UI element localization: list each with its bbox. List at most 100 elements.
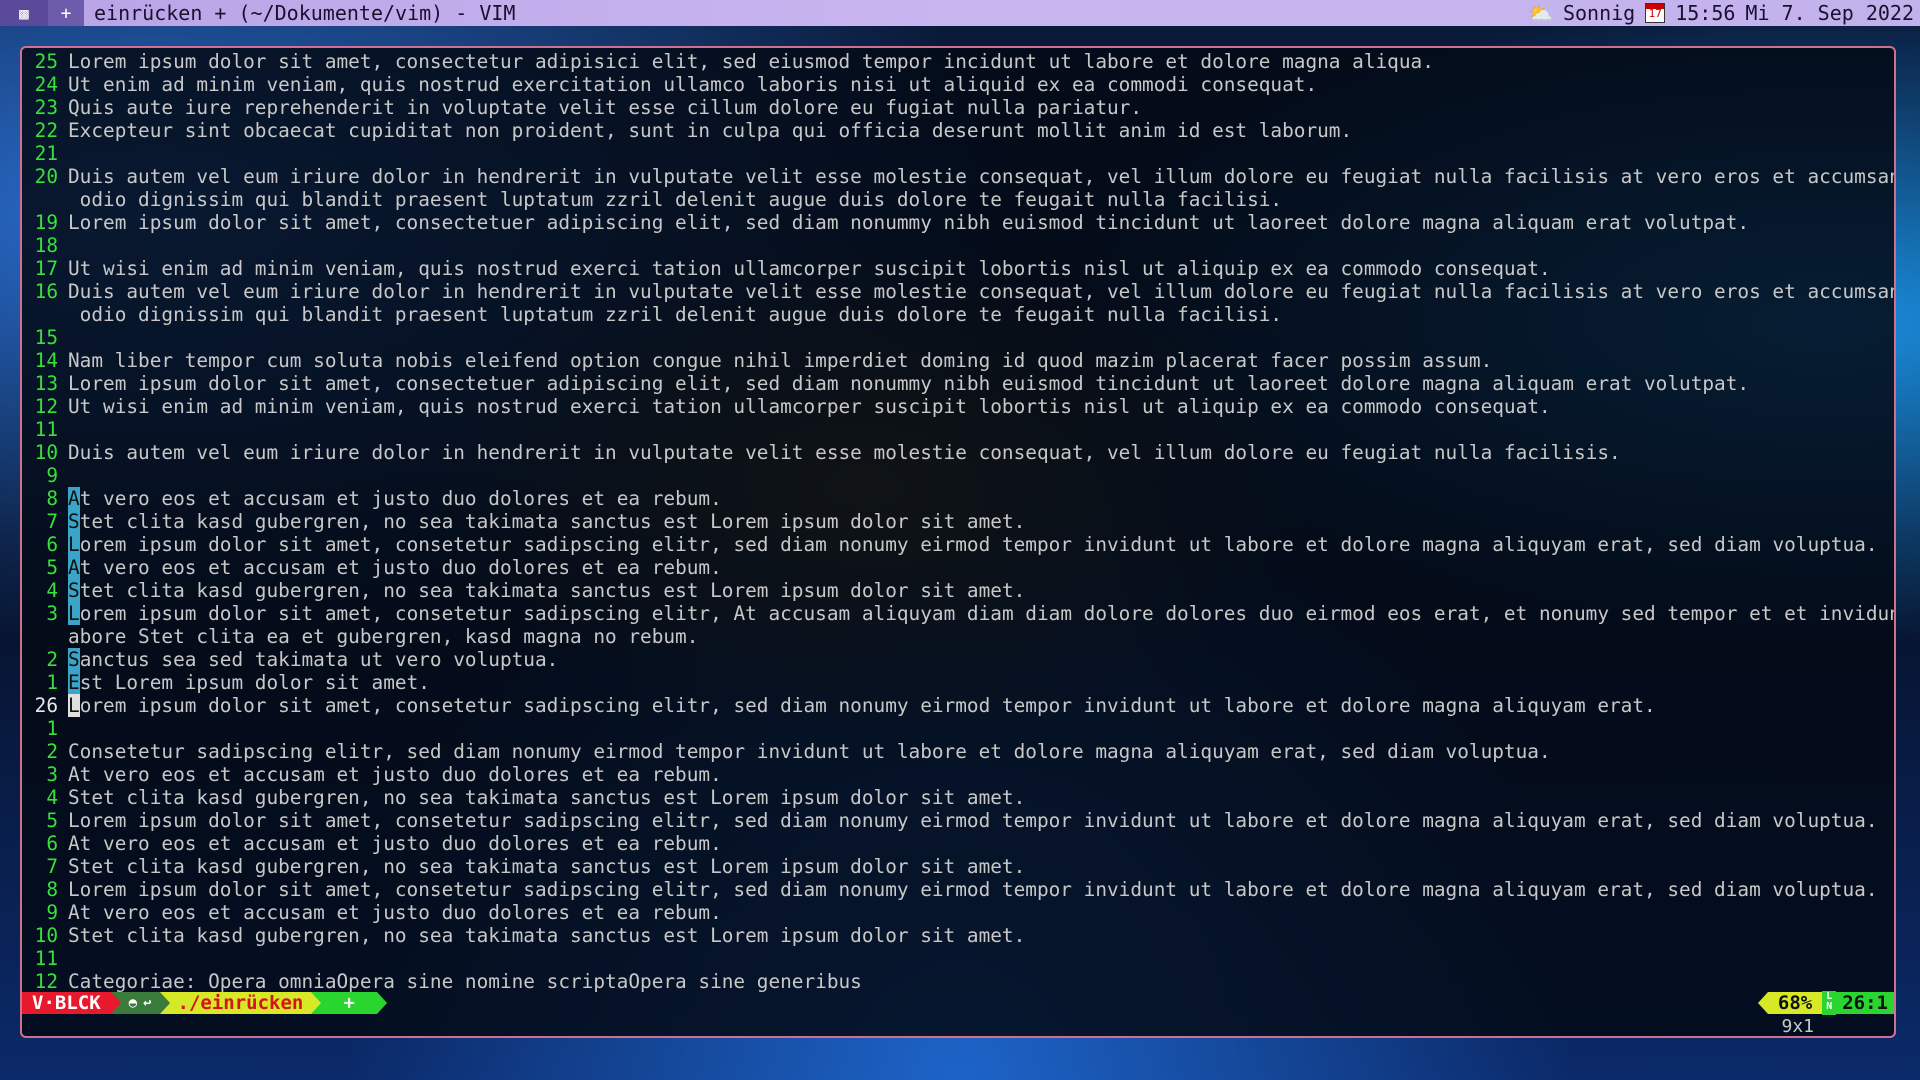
line-content[interactable]: Lorem ipsum dolor sit amet, consectetur … bbox=[68, 50, 1434, 73]
block-selection[interactable]: A bbox=[68, 487, 80, 510]
line-text[interactable]: Duis autem vel eum iriure dolor in hendr… bbox=[68, 441, 1621, 464]
editor-line[interactable]: 5 At vero eos et accusam et justo duo dol… bbox=[22, 556, 1894, 579]
line-text[interactable]: odio dignissim qui blandit praesent lupt… bbox=[68, 303, 1282, 326]
line-text[interactable]: Ut wisi enim ad minim veniam, quis nostr… bbox=[68, 395, 1551, 418]
line-content[interactable]: Quis aute iure reprehenderit in voluptat… bbox=[68, 96, 1142, 119]
block-selection[interactable]: S bbox=[68, 579, 80, 602]
editor-line[interactable]: 17 Ut wisi enim ad minim veniam, quis nos… bbox=[22, 257, 1894, 280]
line-content[interactable]: orem ipsum dolor sit amet, consetetur sa… bbox=[80, 694, 1656, 717]
line-text[interactable]: Stet clita kasd gubergren, no sea takima… bbox=[68, 924, 1025, 947]
line-text[interactable]: Consetetur sadipscing elitr, sed diam no… bbox=[68, 740, 1551, 763]
editor-line[interactable]: 8 At vero eos et accusam et justo duo dol… bbox=[22, 487, 1894, 510]
line-text[interactable]: Lorem ipsum dolor sit amet, consetetur s… bbox=[68, 533, 1878, 556]
line-content[interactable]: Ut wisi enim ad minim veniam, quis nostr… bbox=[68, 395, 1551, 418]
line-text[interactable]: Est Lorem ipsum dolor sit amet. bbox=[68, 671, 430, 694]
line-text[interactable]: Duis autem vel eum iriure dolor in hendr… bbox=[68, 280, 1894, 303]
line-content[interactable]: Lorem ipsum dolor sit amet, consetetur s… bbox=[68, 878, 1878, 901]
line-text[interactable]: Lorem ipsum dolor sit amet, consectetuer… bbox=[68, 211, 1749, 234]
text-cursor[interactable]: L bbox=[68, 694, 80, 717]
block-selection[interactable]: E bbox=[68, 671, 80, 694]
line-text[interactable]: Lorem ipsum dolor sit amet, consectetuer… bbox=[68, 372, 1749, 395]
line-content[interactable]: Categoriae: Opera omniaOpera sine nomine… bbox=[68, 970, 862, 993]
clock-date[interactable]: Mi 7. Sep 2022 bbox=[1745, 1, 1914, 25]
line-text[interactable]: Stet clita kasd gubergren, no sea takima… bbox=[68, 510, 1025, 533]
line-content[interactable]: tet clita kasd gubergren, no sea takimat… bbox=[80, 510, 1026, 533]
editor-line[interactable]: 11 bbox=[22, 947, 1894, 970]
line-text[interactable]: Stet clita kasd gubergren, no sea takima… bbox=[68, 855, 1025, 878]
terminal-icon[interactable]: ▩ bbox=[0, 0, 48, 26]
line-text[interactable]: Lorem ipsum dolor sit amet, consetetur s… bbox=[68, 878, 1878, 901]
editor-line[interactable]: 2 Consetetur sadipscing elitr, sed diam n… bbox=[22, 740, 1894, 763]
editor-line[interactable]: 18 bbox=[22, 234, 1894, 257]
line-text[interactable]: abore Stet clita ea et gubergren, kasd m… bbox=[68, 625, 698, 648]
block-selection[interactable]: S bbox=[68, 510, 80, 533]
line-text[interactable]: Stet clita kasd gubergren, no sea takima… bbox=[68, 786, 1025, 809]
editor-line[interactable]: 3 Lorem ipsum dolor sit amet, consetetur … bbox=[22, 602, 1894, 625]
line-text[interactable]: At vero eos et accusam et justo duo dolo… bbox=[68, 487, 722, 510]
line-content[interactable]: tet clita kasd gubergren, no sea takimat… bbox=[80, 579, 1026, 602]
line-content[interactable]: orem ipsum dolor sit amet, consetetur sa… bbox=[80, 602, 1894, 625]
line-content[interactable]: abore Stet clita ea et gubergren, kasd m… bbox=[68, 625, 698, 648]
editor-line[interactable]: 7 Stet clita kasd gubergren, no sea takim… bbox=[22, 855, 1894, 878]
line-text[interactable]: At vero eos et accusam et justo duo dolo… bbox=[68, 832, 722, 855]
line-text[interactable]: Duis autem vel eum iriure dolor in hendr… bbox=[68, 165, 1894, 188]
line-content[interactable]: Ut enim ad minim veniam, quis nostrud ex… bbox=[68, 73, 1317, 96]
editor-line[interactable]: 24 Ut enim ad minim veniam, quis nostrud … bbox=[22, 73, 1894, 96]
line-content[interactable]: Consetetur sadipscing elitr, sed diam no… bbox=[68, 740, 1551, 763]
line-content[interactable]: odio dignissim qui blandit praesent lupt… bbox=[68, 188, 1282, 211]
weather-icon[interactable]: ⛅ bbox=[1528, 1, 1553, 25]
editor-line[interactable]: 6 Lorem ipsum dolor sit amet, consetetur … bbox=[22, 533, 1894, 556]
line-content[interactable]: Lorem ipsum dolor sit amet, consectetuer… bbox=[68, 372, 1749, 395]
line-content[interactable]: At vero eos et accusam et justo duo dolo… bbox=[68, 832, 722, 855]
editor-line[interactable]: 9 bbox=[22, 464, 1894, 487]
line-text[interactable]: At vero eos et accusam et justo duo dolo… bbox=[68, 901, 722, 924]
line-content[interactable]: Duis autem vel eum iriure dolor in hendr… bbox=[68, 441, 1621, 464]
editor-line[interactable]: 19 Lorem ipsum dolor sit amet, consectetu… bbox=[22, 211, 1894, 234]
editor-line[interactable]: 1 bbox=[22, 717, 1894, 740]
editor-line[interactable]: 13 Lorem ipsum dolor sit amet, consectetu… bbox=[22, 372, 1894, 395]
editor-line[interactable]: 10 Duis autem vel eum iriure dolor in hen… bbox=[22, 441, 1894, 464]
editor-line[interactable]: 3 At vero eos et accusam et justo duo dol… bbox=[22, 763, 1894, 786]
editor-line[interactable]: 10 Stet clita kasd gubergren, no sea taki… bbox=[22, 924, 1894, 947]
line-content[interactable]: At vero eos et accusam et justo duo dolo… bbox=[68, 901, 722, 924]
editor-line[interactable]: 7 Stet clita kasd gubergren, no sea takim… bbox=[22, 510, 1894, 533]
line-content[interactable]: Stet clita kasd gubergren, no sea takima… bbox=[68, 855, 1025, 878]
line-content[interactable]: Ut wisi enim ad minim veniam, quis nostr… bbox=[68, 257, 1551, 280]
line-text[interactable]: Lorem ipsum dolor sit amet, consectetur … bbox=[68, 50, 1434, 73]
line-text[interactable]: Ut wisi enim ad minim veniam, quis nostr… bbox=[68, 257, 1551, 280]
editor-line[interactable]: 6 At vero eos et accusam et justo duo dol… bbox=[22, 832, 1894, 855]
wrapped-line[interactable]: odio dignissim qui blandit praesent lupt… bbox=[22, 303, 1894, 326]
editor-line[interactable]: 14 Nam liber tempor cum soluta nobis elei… bbox=[22, 349, 1894, 372]
line-text[interactable]: odio dignissim qui blandit praesent lupt… bbox=[68, 188, 1282, 211]
line-text[interactable]: Quis aute iure reprehenderit in voluptat… bbox=[68, 96, 1142, 119]
editor-line[interactable]: 23 Quis aute iure reprehenderit in volupt… bbox=[22, 96, 1894, 119]
line-content[interactable]: Lorem ipsum dolor sit amet, consectetuer… bbox=[68, 211, 1749, 234]
wrapped-line[interactable]: abore Stet clita ea et gubergren, kasd m… bbox=[22, 625, 1894, 648]
editor-line[interactable]: 9 At vero eos et accusam et justo duo dol… bbox=[22, 901, 1894, 924]
wrapped-line[interactable]: odio dignissim qui blandit praesent lupt… bbox=[22, 188, 1894, 211]
editor-buffer[interactable]: 25 Lorem ipsum dolor sit amet, consectetu… bbox=[22, 50, 1894, 993]
line-content[interactable]: At vero eos et accusam et justo duo dolo… bbox=[68, 763, 722, 786]
line-content[interactable]: Duis autem vel eum iriure dolor in hendr… bbox=[68, 165, 1894, 188]
editor-line[interactable]: 2 Sanctus sea sed takimata ut vero volupt… bbox=[22, 648, 1894, 671]
editor-line[interactable]: 12 Categoriae: Opera omniaOpera sine nomi… bbox=[22, 970, 1894, 993]
editor-line[interactable]: 22 Excepteur sint obcaecat cupiditat non … bbox=[22, 119, 1894, 142]
line-content[interactable]: anctus sea sed takimata ut vero voluptua… bbox=[80, 648, 559, 671]
line-text[interactable]: Stet clita kasd gubergren, no sea takima… bbox=[68, 579, 1025, 602]
line-content[interactable]: Lorem ipsum dolor sit amet, consetetur s… bbox=[68, 809, 1878, 832]
line-text[interactable]: Nam liber tempor cum soluta nobis eleife… bbox=[68, 349, 1492, 372]
line-content[interactable]: Stet clita kasd gubergren, no sea takima… bbox=[68, 786, 1025, 809]
line-text[interactable]: Lorem ipsum dolor sit amet, consetetur s… bbox=[68, 809, 1878, 832]
line-content[interactable]: Excepteur sint obcaecat cupiditat non pr… bbox=[68, 119, 1352, 142]
line-content[interactable]: Stet clita kasd gubergren, no sea takima… bbox=[68, 924, 1025, 947]
weather-label[interactable]: Sonnig bbox=[1563, 1, 1635, 25]
editor-line[interactable]: 4 Stet clita kasd gubergren, no sea takim… bbox=[22, 579, 1894, 602]
line-text[interactable]: At vero eos et accusam et justo duo dolo… bbox=[68, 763, 722, 786]
editor-line[interactable]: 8 Lorem ipsum dolor sit amet, consetetur … bbox=[22, 878, 1894, 901]
line-content[interactable]: odio dignissim qui blandit praesent lupt… bbox=[68, 303, 1282, 326]
line-text[interactable]: Lorem ipsum dolor sit amet, consetetur s… bbox=[68, 602, 1894, 625]
line-text[interactable]: Categoriae: Opera omniaOpera sine nomine… bbox=[68, 970, 862, 993]
line-content[interactable]: t vero eos et accusam et justo duo dolor… bbox=[80, 487, 722, 510]
line-content[interactable]: orem ipsum dolor sit amet, consetetur sa… bbox=[80, 533, 1878, 556]
line-content[interactable]: t vero eos et accusam et justo duo dolor… bbox=[80, 556, 722, 579]
